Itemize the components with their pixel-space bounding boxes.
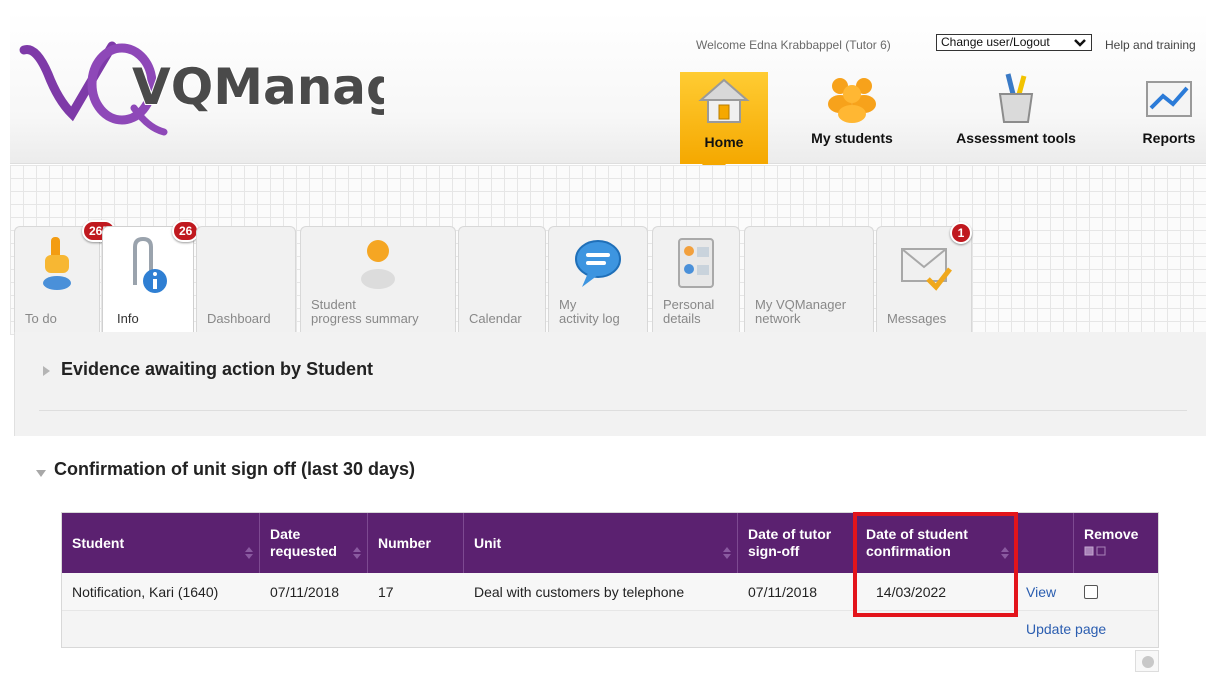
tab-calendar-label: Calendar: [469, 311, 522, 326]
column-header-label: Unit: [474, 534, 502, 551]
column-header-view: [1016, 513, 1074, 573]
column-header-remove[interactable]: Remove: [1074, 513, 1158, 573]
tab-dashboard[interactable]: Dashboard: [196, 226, 296, 332]
label-line2: sign-off: [748, 543, 800, 559]
vqmanager-logo[interactable]: VQManager: [14, 28, 384, 138]
assessment-tools-icon: [998, 73, 1034, 123]
nav-home[interactable]: Home: [680, 72, 768, 164]
column-header-tutor-signoff[interactable]: Date of tutor sign-off: [738, 513, 856, 573]
collapsed-arrow-icon[interactable]: [43, 366, 50, 376]
paperclip-info-icon: [133, 236, 167, 293]
tab-label-line2: network: [755, 311, 801, 326]
sort-icon: [245, 547, 253, 559]
label-line2: requested: [270, 543, 337, 559]
tab-student-progress-summary-label: Student progress summary: [311, 298, 419, 326]
column-header-label: Date of tutor sign-off: [748, 526, 831, 560]
column-header-unit[interactable]: Unit: [464, 513, 738, 573]
tab-label-line2: activity log: [559, 311, 620, 326]
confirmation-panel: Confirmation of unit sign off (last 30 d…: [10, 437, 1206, 676]
column-header-label: Number: [378, 534, 431, 551]
label-line1: Date of tutor: [748, 526, 832, 542]
update-page-link[interactable]: Update page: [1026, 621, 1106, 637]
messages-count-badge: 1: [950, 222, 972, 244]
tab-my-vqmanager-network[interactable]: My VQManager network: [744, 226, 874, 332]
tab-my-activity-log-label: My activity log: [559, 298, 620, 326]
tab-to-do-label: To do: [25, 311, 57, 326]
id-card-icon: [678, 238, 714, 288]
hand-pointer-icon: [43, 237, 71, 290]
nav-reports-label: Reports: [1142, 130, 1196, 146]
column-header-label: Student: [72, 534, 125, 551]
tab-label-line1: Personal: [663, 297, 715, 312]
cell-date-requested: 07/11/2018: [270, 584, 340, 600]
tab-label-line1: Student: [311, 297, 356, 312]
column-header-date-requested[interactable]: Date requested: [260, 513, 368, 573]
nav-assessment-tools-label: Assessment tools: [956, 130, 1076, 146]
tab-my-vqmanager-network-label: My VQManager network: [755, 298, 846, 326]
tab-label-line1: My VQManager: [755, 297, 847, 312]
column-header-student[interactable]: Student: [62, 513, 260, 573]
expanded-arrow-icon[interactable]: [36, 470, 46, 477]
tab-info-label: Info: [117, 311, 139, 326]
nav-reports[interactable]: Reports: [1132, 72, 1206, 146]
welcome-text: Welcome Edna Krabbappel (Tutor 6): [696, 38, 891, 52]
tab-label-line1: My: [559, 297, 577, 312]
tab-calendar[interactable]: Calendar: [458, 226, 546, 332]
student-avatar-icon: [361, 240, 395, 289]
nav-assessment-tools[interactable]: Assessment tools: [944, 72, 1088, 146]
view-link[interactable]: View: [1016, 573, 1056, 611]
speech-bubble-icon: [575, 240, 621, 287]
callout-highlight-box: [853, 512, 1018, 617]
chevron-down-icon: [1074, 39, 1086, 47]
tab-personal-details-label: Personal details: [663, 298, 714, 326]
tab-my-activity-log[interactable]: My activity log: [548, 226, 648, 332]
tab-messages-label: Messages: [887, 311, 947, 326]
tab-student-progress-summary[interactable]: Student progress summary: [300, 226, 456, 332]
help-training-link[interactable]: Help and training: [1105, 38, 1196, 52]
label-line1: Remove: [1084, 526, 1139, 542]
cell-unit: Deal with customers by telephone: [474, 584, 685, 600]
evidence-panel-title[interactable]: Evidence awaiting action by Student: [61, 359, 373, 380]
tab-to-do[interactable]: To do: [14, 226, 100, 332]
column-header-number[interactable]: Number: [368, 513, 464, 573]
home-icon: [698, 78, 750, 123]
confirmation-panel-title[interactable]: Confirmation of unit sign off (last 30 d…: [54, 459, 415, 480]
close-icon[interactable]: [1135, 650, 1159, 672]
column-header-label: Remove: [1084, 526, 1138, 560]
cell-number: 17: [378, 584, 394, 600]
tab-dashboard-label: Dashboard: [207, 311, 271, 326]
envelope-check-icon: [901, 248, 952, 291]
cell-tutor-signoff: 07/11/2018: [748, 584, 818, 600]
app-header: VQManager Welcome Edna Krabbappel (Tutor…: [10, 12, 1206, 178]
label-line1: Date: [270, 526, 301, 542]
divider: [39, 410, 1187, 411]
nav-my-students-label: My students: [811, 130, 893, 146]
column-header-label: Date requested: [270, 526, 337, 560]
sort-icon: [723, 547, 731, 559]
sort-icon: [353, 547, 361, 559]
select-all-checkbox-icon[interactable]: [1084, 546, 1108, 556]
students-icon: [828, 78, 876, 123]
vqmanager-page: VQManager Welcome Edna Krabbappel (Tutor…: [0, 0, 1206, 676]
change-user-select-value: Change user/Logout: [941, 35, 1050, 49]
tab-label-line2: details: [663, 311, 701, 326]
evidence-panel: Evidence awaiting action by Student: [14, 332, 1206, 436]
nav-home-label: Home: [704, 134, 744, 150]
nav-my-students[interactable]: My students: [802, 72, 902, 146]
tab-label-line2: progress summary: [311, 311, 419, 326]
tab-personal-details[interactable]: Personal details: [652, 226, 740, 332]
svg-text:VQManager: VQManager: [132, 58, 384, 116]
reports-icon: [1146, 81, 1192, 117]
change-user-select[interactable]: Change user/Logout: [936, 34, 1092, 51]
cell-student: Notification, Kari (1640): [72, 584, 219, 600]
remove-checkbox[interactable]: [1084, 585, 1098, 599]
tab-info[interactable]: Info: [102, 226, 194, 338]
